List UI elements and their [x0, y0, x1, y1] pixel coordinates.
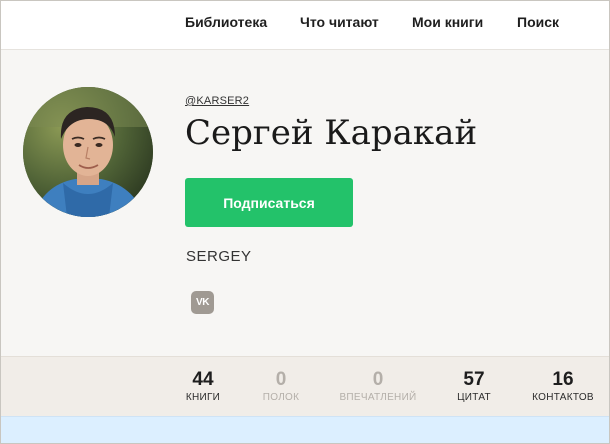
stat-impressions-label: ВПЕЧАТЛЕНИЙ	[339, 392, 417, 403]
stat-books-value: 44	[192, 369, 214, 390]
avatar-photo	[23, 87, 153, 217]
subscribe-button[interactable]: Подписаться	[185, 178, 353, 227]
stat-books-label: КНИГИ	[185, 392, 221, 403]
vk-icon[interactable]: VK	[191, 291, 214, 314]
nav-what-people-read[interactable]: Что читают	[300, 14, 379, 30]
avatar	[23, 87, 153, 217]
stat-shelves-value: 0	[275, 369, 287, 390]
stat-contacts-label: КОНТАКТОВ	[532, 392, 594, 403]
nav-my-books[interactable]: Мои книги	[412, 14, 483, 30]
stat-contacts[interactable]: 16 КОНТАКТОВ	[532, 369, 594, 405]
stat-quotes-label: ЦИТАТ	[457, 392, 491, 403]
profile-name: Сергей Каракай	[185, 113, 478, 153]
nav-search[interactable]: Поиск	[517, 14, 559, 30]
stat-shelves-label: ПОЛОК	[262, 392, 300, 403]
stat-books[interactable]: 44 КНИГИ	[186, 369, 220, 405]
stat-shelves[interactable]: 0 ПОЛОК	[263, 369, 300, 405]
display-name: SERGEY	[186, 248, 252, 265]
bottom-banner	[1, 416, 609, 443]
nav-library[interactable]: Библиотека	[185, 14, 267, 30]
stat-quotes[interactable]: 57 ЦИТАТ	[457, 369, 491, 405]
top-navigation: Библиотека Что читают Мои книги Поиск	[1, 1, 609, 50]
stat-contacts-value: 16	[552, 369, 574, 390]
stat-impressions[interactable]: 0 ВПЕЧАТЛЕНИЙ	[339, 369, 416, 405]
stat-quotes-value: 57	[463, 369, 485, 390]
profile-page: Библиотека Что читают Мои книги Поиск @K…	[0, 0, 610, 444]
stats-bar: 44 КНИГИ 0 ПОЛОК 0 ВПЕЧАТЛЕНИЙ 57 ЦИТАТ …	[1, 356, 609, 417]
stat-impressions-value: 0	[372, 369, 384, 390]
user-handle[interactable]: @KARSER2	[185, 95, 249, 107]
